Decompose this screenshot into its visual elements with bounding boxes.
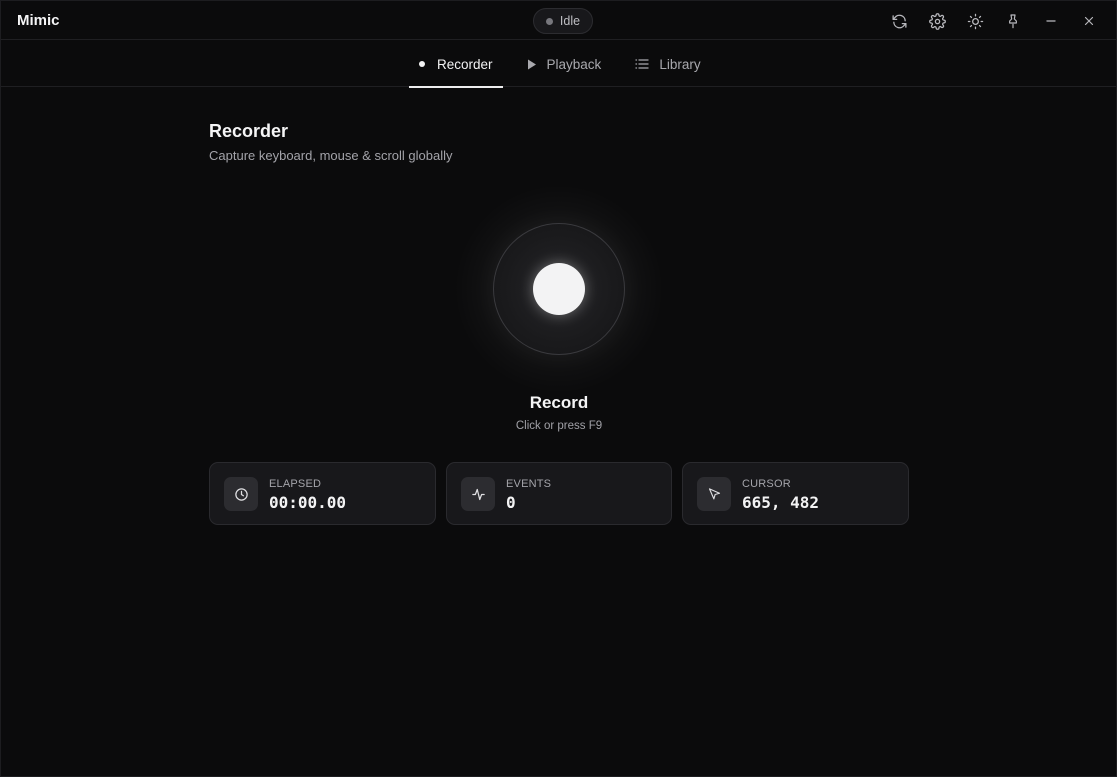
pin-button[interactable] [994, 7, 1032, 35]
record-dot-icon [533, 263, 585, 315]
theme-toggle-button[interactable] [956, 7, 994, 35]
tab-label: Playback [546, 56, 602, 72]
stat-card-cursor: CURSOR 665, 482 [682, 462, 909, 525]
status-dot-icon [545, 17, 553, 25]
app-title: Mimic [17, 12, 60, 29]
stat-label: ELAPSED [269, 478, 322, 490]
close-icon [1084, 16, 1094, 26]
play-icon [527, 59, 536, 69]
settings-button[interactable] [918, 7, 956, 35]
refresh-button[interactable] [880, 7, 918, 35]
tab-label: Recorder [437, 56, 493, 72]
cursor-icon [697, 477, 731, 511]
title-bar: Mimic Idle [1, 1, 1116, 40]
sun-icon [967, 13, 983, 29]
close-button[interactable] [1070, 7, 1108, 35]
minimize-button[interactable] [1032, 7, 1070, 35]
status-text: Idle [559, 14, 581, 28]
status-badge: Idle [533, 8, 593, 34]
page-title: Recorder [209, 121, 289, 141]
stat-value: 665, 482 [742, 493, 820, 512]
tab-label: Library [659, 56, 701, 72]
gear-icon [928, 12, 946, 30]
tab-bar: Recorder Playback Library [1, 41, 1116, 88]
window-actions [880, 7, 1108, 35]
stat-label: CURSOR [742, 478, 791, 490]
tab-playback[interactable]: Playback [517, 41, 612, 87]
record-button[interactable] [493, 223, 625, 355]
stats-row: ELAPSED 00:00.00 EVENTS 0 CURSOR 665, 48… [209, 462, 909, 525]
record-label: Record [529, 393, 589, 412]
stat-value: 00:00.00 [269, 493, 347, 512]
list-icon [635, 59, 649, 69]
refresh-icon [891, 14, 907, 28]
page-subtitle: Capture keyboard, mouse & scroll globall… [209, 148, 453, 163]
app-window: Mimic Idle Recorder Playback Library Rec… [0, 0, 1117, 777]
activity-icon [461, 477, 495, 511]
minimize-icon [1046, 20, 1056, 22]
tab-library[interactable]: Library [625, 41, 710, 87]
record-hint: Click or press F9 [515, 420, 603, 432]
stat-value: 0 [506, 493, 516, 512]
pin-icon [1009, 14, 1017, 29]
tab-recorder[interactable]: Recorder [409, 41, 503, 88]
dot-icon [419, 61, 425, 67]
stat-label: EVENTS [506, 478, 552, 490]
stat-card-events: EVENTS 0 [446, 462, 672, 525]
clock-icon [224, 477, 258, 511]
stat-card-elapsed: ELAPSED 00:00.00 [209, 462, 436, 525]
